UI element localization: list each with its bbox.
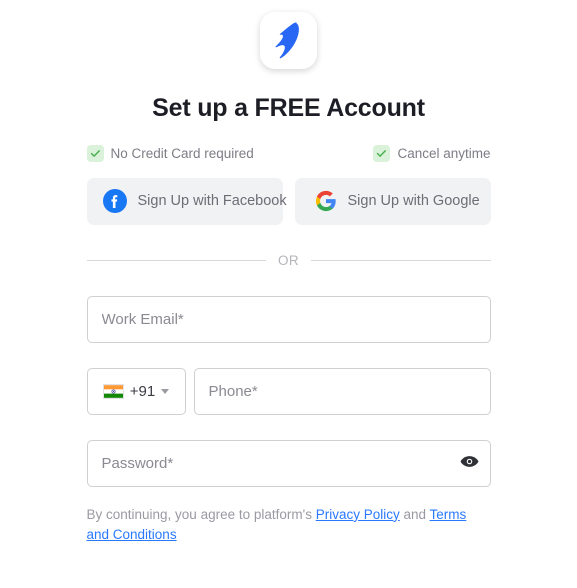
or-divider: OR (86, 252, 491, 268)
logo-container (0, 0, 577, 69)
check-icon (86, 144, 104, 162)
signup-with-google-button[interactable]: Sign Up with Google (294, 177, 491, 225)
assurance-cancel-anytime: Cancel anytime (373, 144, 491, 162)
legal-text: By continuing, you agree to platform's P… (87, 505, 491, 546)
social-signup-row: Sign Up with Facebook Sign Up with Googl… (86, 177, 491, 225)
phone-input[interactable] (193, 367, 491, 415)
google-icon (315, 190, 337, 212)
legal-conjunction: and (399, 506, 430, 522)
signup-with-google-label: Sign Up with Google (347, 193, 480, 210)
eye-icon (460, 455, 479, 472)
signup-with-facebook-label: Sign Up with Facebook (137, 193, 287, 210)
assurance-label: Cancel anytime (397, 145, 491, 161)
brand-logo-card (260, 12, 317, 69)
phone-field-row: +91 (86, 367, 491, 415)
divider-line-left (86, 259, 266, 261)
assurance-label: No Credit Card required (110, 145, 254, 161)
check-icon (373, 144, 391, 162)
india-flag-icon (102, 383, 124, 399)
assurance-no-credit-card: No Credit Card required (86, 144, 254, 162)
signup-page: Set up a FREE Account No Credit Card req… (0, 0, 577, 588)
signup-with-facebook-button[interactable]: Sign Up with Facebook (86, 177, 287, 225)
country-code-select[interactable]: +91 (86, 367, 186, 415)
facebook-icon (102, 189, 127, 214)
page-title: Set up a FREE Account (152, 94, 425, 122)
toggle-password-visibility-button[interactable] (460, 455, 479, 472)
chevron-down-icon (161, 388, 170, 394)
legal-prefix: By continuing, you agree to platform's (86, 506, 316, 522)
assurance-row: No Credit Card required Cancel anytime (86, 144, 491, 162)
password-input[interactable] (86, 439, 491, 487)
dial-code-label: +91 (129, 382, 156, 400)
divider-label: OR (277, 252, 300, 268)
work-email-input[interactable] (86, 295, 491, 343)
password-field-row (86, 439, 491, 487)
privacy-policy-link[interactable]: Privacy Policy (316, 507, 400, 522)
penguin-logo-icon (272, 21, 306, 61)
email-field-row (86, 295, 491, 343)
divider-line-right (311, 259, 491, 261)
